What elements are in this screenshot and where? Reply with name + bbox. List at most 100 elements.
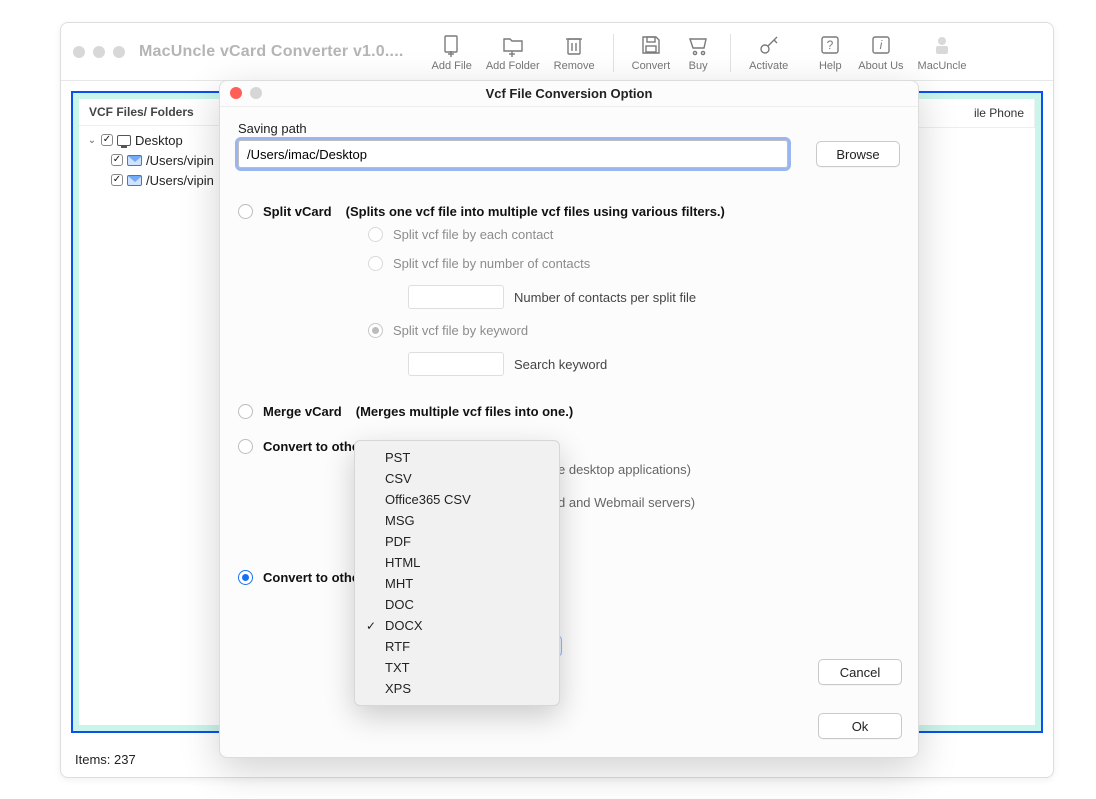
dropdown-item[interactable]: RTF [355,636,559,657]
brand-label: MacUncle [918,60,967,72]
about-button[interactable]: i About Us [858,32,903,72]
split-each-radio[interactable] [368,227,383,242]
vcard-file-icon [127,175,142,186]
add-file-label: Add File [431,60,471,72]
check-icon: ✓ [365,619,377,633]
add-folder-icon [499,32,527,58]
chevron-down-icon[interactable]: ⌄ [87,135,97,146]
help-button[interactable]: ? Help [816,32,844,72]
convert-other-group-2: Convert to othe [238,570,900,585]
split-vcard-group: Split vCard (Splits one vcf file into mu… [238,204,900,376]
dialog-body: Saving path Browse Split vCard (Splits o… [220,107,918,757]
contacts-per-file-label: Number of contacts per split file [514,290,696,305]
saving-path-input[interactable] [238,140,788,168]
brand-icon [928,32,956,58]
dropdown-item[interactable]: PST [355,447,559,468]
add-file-button[interactable]: Add File [431,32,471,72]
merge-vcard-group: Merge vCard (Merges multiple vcf files i… [238,404,900,419]
minimize-window-icon[interactable] [93,46,105,58]
activate-label: Activate [749,60,788,72]
brand-button[interactable]: MacUncle [918,32,967,72]
convert-other-label-1: Convert to othe [263,439,359,454]
status-bar: Items: 237 [75,752,136,767]
merge-vcard-label: Merge vCard [263,404,342,419]
toolbar-separator [613,34,614,72]
dropdown-item[interactable]: XPS [355,678,559,699]
vcard-file-icon [127,155,142,166]
split-vcard-label: Split vCard [263,204,332,219]
split-vcard-desc: (Splits one vcf file into multiple vcf f… [346,204,725,219]
dropdown-item-label: RTF [385,639,410,654]
dropdown-item-label: DOC [385,597,414,612]
remove-button[interactable]: Remove [554,32,595,72]
dialog-title: Vcf File Conversion Option [486,86,653,101]
add-file-icon [438,32,466,58]
dropdown-item-label: CSV [385,471,412,486]
close-window-icon[interactable] [73,46,85,58]
dropdown-item-label: PDF [385,534,411,549]
convert-other-group-1: Convert to othe e desktop applications) … [238,439,900,510]
checkbox[interactable]: ✓ [111,154,123,166]
dropdown-item[interactable]: TXT [355,657,559,678]
dropdown-item[interactable]: HTML [355,552,559,573]
activate-button[interactable]: Activate [749,32,788,72]
convert-button[interactable]: Convert [632,32,671,72]
split-number-label: Split vcf file by number of contacts [393,256,590,271]
minimize-dialog-icon [250,87,262,99]
dropdown-item-label: HTML [385,555,420,570]
split-keyword-label: Split vcf file by keyword [393,323,528,338]
zoom-window-icon[interactable] [113,46,125,58]
close-dialog-icon[interactable] [230,87,242,99]
about-label: About Us [858,60,903,72]
dropdown-item-label: MHT [385,576,413,591]
conversion-options-dialog: Vcf File Conversion Option Saving path B… [219,80,919,758]
split-each-label: Split vcf file by each contact [393,227,553,242]
window-traffic-lights[interactable] [73,46,125,58]
svg-text:i: i [880,38,883,52]
buy-button[interactable]: Buy [684,32,712,72]
convert-other-desc-a: e desktop applications) [558,462,900,477]
dropdown-item[interactable]: MHT [355,573,559,594]
split-vcard-radio[interactable] [238,204,253,219]
toolbar-separator [730,34,731,72]
help-icon: ? [816,32,844,58]
dropdown-item[interactable]: MSG [355,510,559,531]
tree-item-label: /Users/vipin [146,153,214,168]
dropdown-item[interactable]: PDF [355,531,559,552]
desktop-icon [117,135,131,146]
search-keyword-input[interactable] [408,352,504,376]
dropdown-item[interactable]: ✓DOCX [355,615,559,636]
add-folder-button[interactable]: Add Folder [486,32,540,72]
dialog-footer: Cancel Ok [818,659,902,739]
svg-text:?: ? [827,38,834,52]
titlebar: MacUncle vCard Converter v1.0.... Add Fi… [61,23,1053,81]
dropdown-item[interactable]: CSV [355,468,559,489]
tree-item-label: /Users/vipin [146,173,214,188]
browse-button[interactable]: Browse [816,141,900,167]
dropdown-item-label: Office365 CSV [385,492,471,507]
split-keyword-radio[interactable] [368,323,383,338]
convert-other-radio-2[interactable] [238,570,253,585]
toolbar: Add File Add Folder Remove Convert [431,32,966,72]
merge-vcard-radio[interactable] [238,404,253,419]
trash-icon [560,32,588,58]
format-dropdown[interactable]: PST CSV Office365 CSV MSG PDF HTML MHT DOC ✓DOCX… [354,440,560,706]
search-keyword-label: Search keyword [514,357,607,372]
split-number-radio[interactable] [368,256,383,271]
help-label: Help [819,60,842,72]
dialog-traffic-lights[interactable] [230,87,262,99]
checkbox[interactable]: ✓ [101,134,113,146]
save-icon [637,32,665,58]
cancel-button[interactable]: Cancel [818,659,902,685]
contacts-per-file-input[interactable] [408,285,504,309]
convert-label: Convert [632,60,671,72]
key-icon [755,32,783,58]
dropdown-item[interactable]: DOC [355,594,559,615]
convert-other-radio-1[interactable] [238,439,253,454]
ok-button[interactable]: Ok [818,713,902,739]
dropdown-item-label: TXT [385,660,410,675]
remove-label: Remove [554,60,595,72]
checkbox[interactable]: ✓ [111,174,123,186]
dropdown-item[interactable]: Office365 CSV [355,489,559,510]
app-title: MacUncle vCard Converter v1.0.... [139,43,403,61]
